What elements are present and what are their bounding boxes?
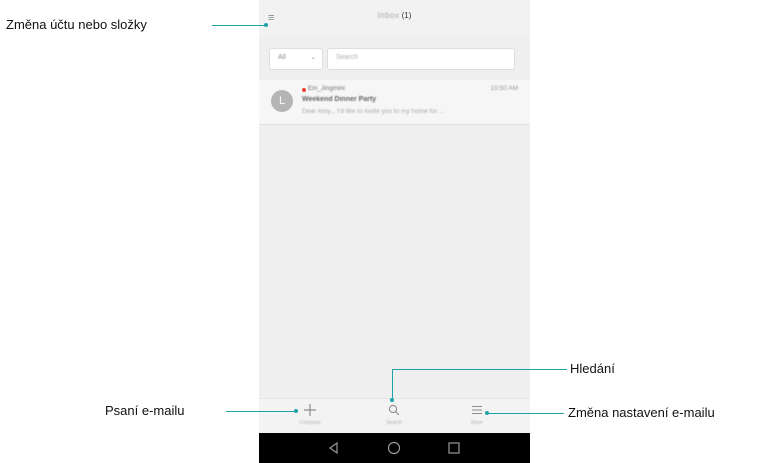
system-navbar <box>259 433 530 463</box>
leader-settings <box>487 413 564 414</box>
unread-count: (1) <box>401 11 412 20</box>
callout-search: Hledání <box>570 361 615 376</box>
mail-sender: Ein_Jingmini <box>308 85 345 92</box>
leader-tip-compose <box>294 409 298 413</box>
leader-tip-account-folder <box>264 23 268 27</box>
menu-icon <box>447 403 507 419</box>
leader-compose <box>226 411 296 412</box>
search-placeholder: Search <box>336 54 359 61</box>
search-icon <box>364 403 424 419</box>
avatar: L <box>271 90 293 112</box>
recent-apps-icon[interactable] <box>446 440 462 456</box>
mail-subject: Weekend Dinner Party <box>302 96 377 103</box>
filter-bar: All ⌄ Search <box>269 48 515 70</box>
search-label: Search <box>386 420 402 426</box>
back-icon[interactable] <box>326 440 342 456</box>
callout-compose: Psaní e-mailu <box>105 403 185 418</box>
menu-label: More <box>471 420 483 426</box>
compose-label: Compose <box>299 420 321 426</box>
compose-button[interactable]: Compose <box>280 399 340 433</box>
home-icon[interactable] <box>386 440 402 456</box>
mail-preview: Dear Amy... I'd like to invite you to my… <box>302 108 445 115</box>
callout-settings: Změna nastavení e-mailu <box>568 405 715 420</box>
leader-account-folder <box>212 25 266 26</box>
leader-search-v <box>392 369 393 399</box>
inbox-title: Inbox (1) <box>259 11 530 20</box>
search-input[interactable]: Search <box>327 48 515 70</box>
filter-selected-label: All <box>278 54 286 61</box>
unread-dot-icon <box>302 88 306 92</box>
chevron-down-icon: ⌄ <box>310 54 316 61</box>
inbox-title-text: Inbox <box>377 11 400 20</box>
leader-tip-search <box>390 398 394 402</box>
callout-account-folder: Změna účtu nebo složky <box>6 17 147 32</box>
app-header: ≡ Inbox (1) <box>259 0 530 36</box>
mail-time: 10:50 AM <box>490 85 518 92</box>
search-button[interactable]: Search <box>364 399 424 433</box>
mail-list-item[interactable]: L Ein_Jingmini 10:50 AM Weekend Dinner P… <box>259 80 530 125</box>
menu-button[interactable]: More <box>447 399 507 433</box>
filter-dropdown[interactable]: All ⌄ <box>269 48 323 70</box>
leader-search-h <box>392 369 567 370</box>
bottom-toolbar: Compose Search More <box>259 398 530 433</box>
leader-tip-settings <box>485 411 489 415</box>
phone-screen: ≡ Inbox (1) All ⌄ Search L Ein_Jingmini 1… <box>259 0 530 463</box>
